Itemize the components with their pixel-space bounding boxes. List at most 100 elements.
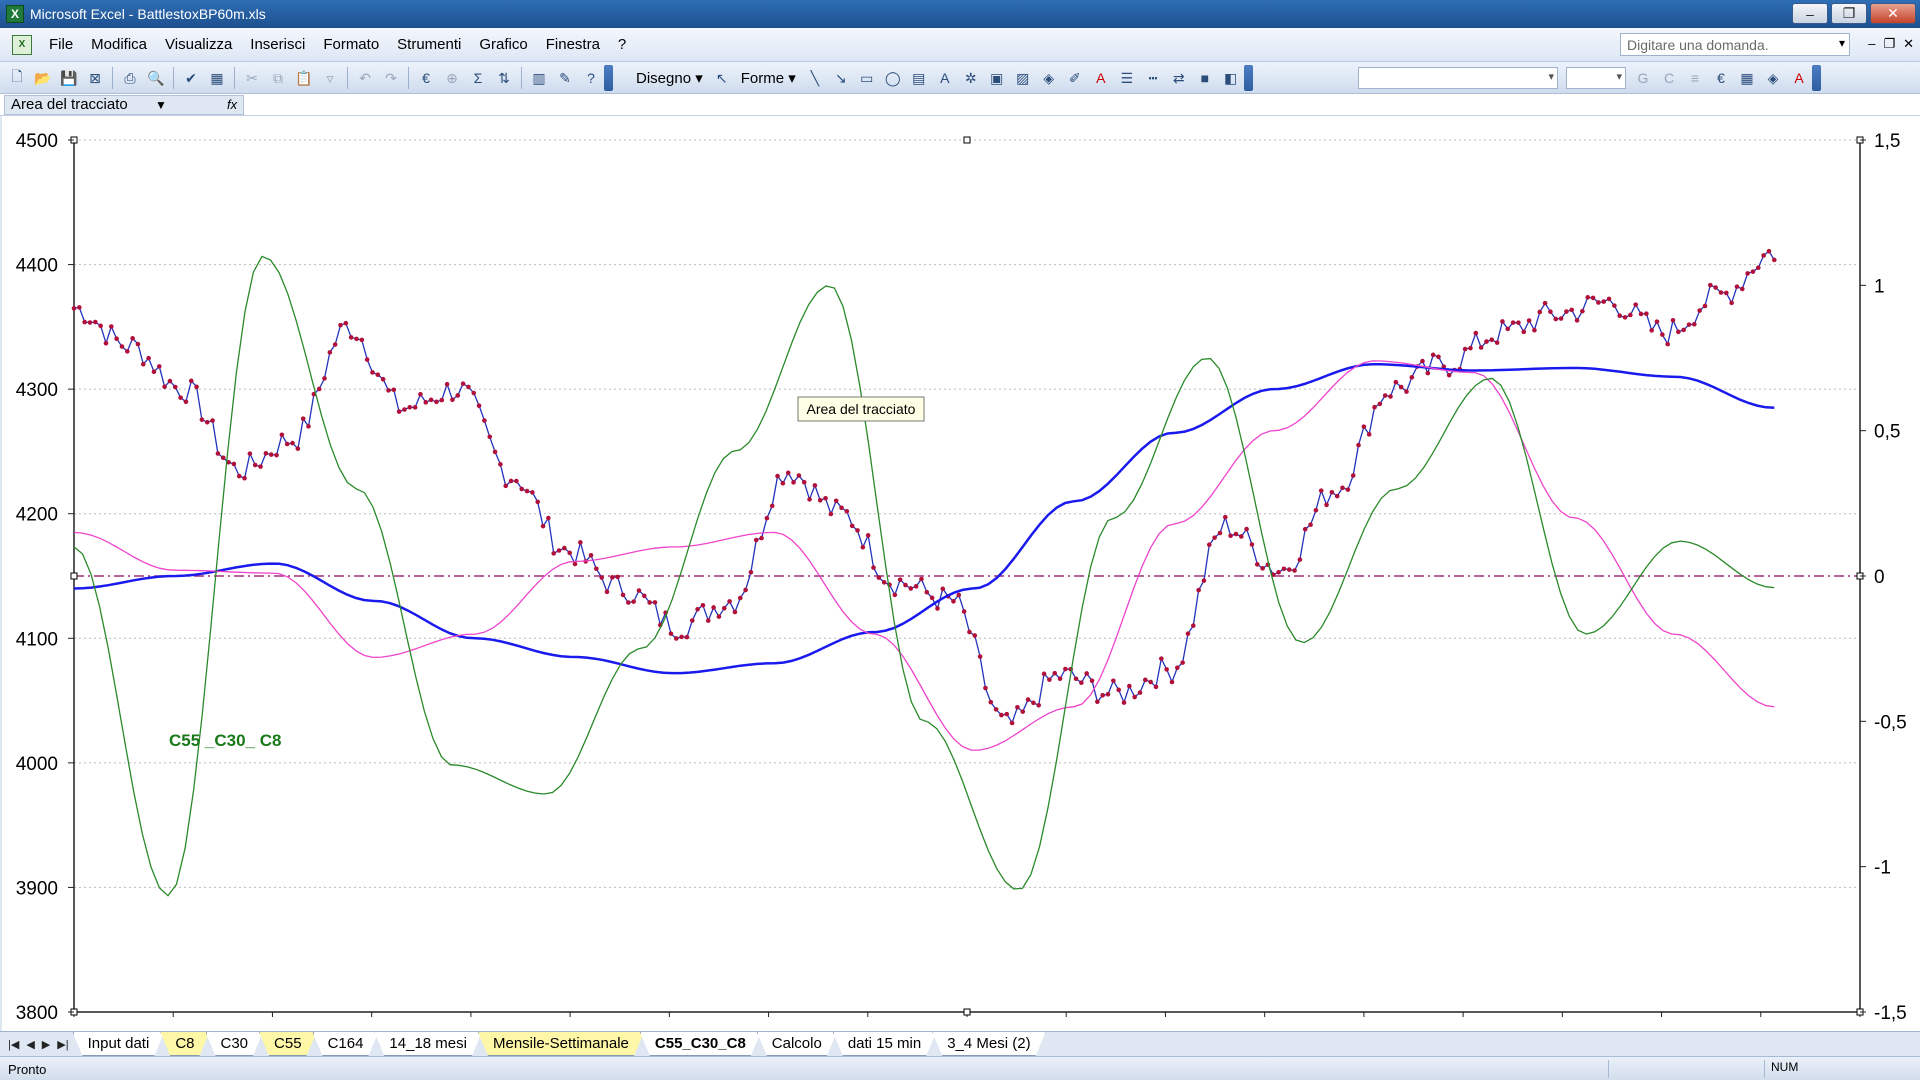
wordart-icon[interactable]: A	[934, 67, 956, 89]
save-icon[interactable]: 💾	[58, 67, 80, 89]
excel-icon[interactable]: X	[6, 5, 24, 23]
chevron-down-icon[interactable]: ▼	[155, 96, 167, 114]
print-icon[interactable]: ⎙	[119, 67, 141, 89]
open-icon[interactable]: 📂	[32, 67, 54, 89]
chart-area[interactable]: 4500 4400 4300 4200 4100 4000 3900 3800 1,5 1 0,5 0…	[0, 116, 1920, 1031]
menu-formato[interactable]: Formato	[314, 36, 388, 53]
sheet-tab[interactable]: 3_4 Mesi (2)	[932, 1032, 1045, 1056]
doc-minimize-icon[interactable]: ‒	[1868, 36, 1875, 52]
new-icon[interactable]: 🗋	[6, 67, 28, 89]
fill-icon[interactable]: ◈	[1762, 67, 1784, 89]
fill-color-icon[interactable]: ◈	[1038, 67, 1060, 89]
clipart-icon[interactable]: ▣	[986, 67, 1008, 89]
data-point	[1297, 557, 1303, 562]
spelling-icon[interactable]: ✔	[180, 67, 202, 89]
minimize-button[interactable]: ‒	[1792, 3, 1828, 24]
euro-convert-icon[interactable]: €	[415, 67, 437, 89]
cut-icon[interactable]: ✂	[241, 67, 263, 89]
last-sheet-icon[interactable]: ▶|	[57, 1038, 68, 1051]
prev-sheet-icon[interactable]: ◀	[26, 1038, 34, 1051]
chart-wizard-icon[interactable]: ▥	[528, 67, 550, 89]
font-name-select[interactable]	[1358, 67, 1558, 89]
borders-icon[interactable]: ▦	[1736, 67, 1758, 89]
data-point	[466, 384, 471, 390]
first-sheet-icon[interactable]: |◀	[8, 1038, 19, 1051]
sheet-tab[interactable]: Mensile-Settimanale	[478, 1032, 644, 1056]
undo-icon[interactable]: ↶	[354, 67, 376, 89]
research-icon[interactable]: ▦	[206, 67, 228, 89]
arrow-icon[interactable]: ↘	[830, 67, 852, 89]
hyperlink-icon[interactable]: ⊕	[441, 67, 463, 89]
sheet-tab[interactable]: C30	[206, 1032, 264, 1056]
help-search-input[interactable]: Digitare una domanda.	[1620, 33, 1850, 56]
maximize-button[interactable]: ❐	[1831, 3, 1867, 24]
help-icon[interactable]: ?	[580, 67, 602, 89]
menu-finestra[interactable]: Finestra	[537, 36, 609, 53]
sheet-tab[interactable]: C164	[313, 1032, 379, 1056]
paste-icon[interactable]: 📋	[293, 67, 315, 89]
chart-svg[interactable]: 4500 4400 4300 4200 4100 4000 3900 3800 1,5 1 0,5 0…	[2, 116, 1920, 1031]
menu-help[interactable]: ?	[609, 36, 635, 53]
textbox-icon[interactable]: ▤	[908, 67, 930, 89]
doc-close-icon[interactable]: ✕	[1903, 36, 1914, 52]
data-point	[247, 451, 253, 456]
draw-menu[interactable]: Disegno ▾	[630, 69, 709, 87]
diagram-icon[interactable]: ✲	[960, 67, 982, 89]
drawing-icon[interactable]: ✎	[554, 67, 576, 89]
data-point	[1025, 697, 1031, 702]
format-painter-icon[interactable]: ▿	[319, 67, 341, 89]
function-icon[interactable]: fx	[227, 96, 237, 114]
line-style-icon[interactable]: ☰	[1116, 67, 1138, 89]
menu-inserisci[interactable]: Inserisci	[241, 36, 314, 53]
permission-icon[interactable]: ⊠	[84, 67, 106, 89]
format-toolbar-options-icon[interactable]	[1812, 65, 1821, 91]
sheet-tab[interactable]: C8	[160, 1032, 209, 1056]
align-icon[interactable]: ≡	[1684, 67, 1706, 89]
menu-visualizza[interactable]: Visualizza	[156, 36, 241, 53]
bold-icon[interactable]: G	[1632, 67, 1654, 89]
font-size-select[interactable]	[1566, 67, 1626, 89]
select-objects-icon[interactable]: ↖	[711, 67, 733, 89]
shadow-icon[interactable]: ■	[1194, 67, 1216, 89]
menu-file[interactable]: File	[40, 36, 82, 53]
oval-icon[interactable]: ◯	[882, 67, 904, 89]
rectangle-icon[interactable]: ▭	[856, 67, 878, 89]
doc-restore-icon[interactable]: ❐	[1883, 36, 1895, 52]
data-point	[290, 440, 295, 446]
data-point	[402, 407, 407, 412]
sort-icon[interactable]: ⇅	[493, 67, 515, 89]
menu-modifica[interactable]: Modifica	[82, 36, 156, 53]
sheet-tab[interactable]: dati 15 min	[833, 1032, 936, 1056]
font-color-icon[interactable]: A	[1090, 67, 1112, 89]
line-icon[interactable]: ╲	[804, 67, 826, 89]
autosum-icon[interactable]: Σ	[467, 67, 489, 89]
shapes-menu[interactable]: Forme ▾	[735, 69, 802, 87]
name-box[interactable]: Area del tracciato ▼ fx	[4, 95, 244, 115]
selection-handle	[963, 136, 971, 144]
line-color-icon[interactable]: ✐	[1064, 67, 1086, 89]
data-point	[913, 584, 919, 589]
close-button[interactable]: ✕	[1870, 3, 1916, 24]
menu-grafico[interactable]: Grafico	[470, 36, 536, 53]
sheet-tab[interactable]: 14_18 mesi	[374, 1032, 482, 1056]
currency-icon[interactable]: €	[1710, 67, 1732, 89]
drawing-toolbar-options-icon[interactable]	[1243, 65, 1253, 91]
menu-strumenti[interactable]: Strumenti	[388, 36, 470, 53]
3d-icon[interactable]: ◧	[1220, 67, 1242, 89]
sheet-tab[interactable]: Input dati	[73, 1032, 165, 1056]
data-point	[1516, 320, 1521, 325]
workbook-icon[interactable]: X	[12, 34, 32, 55]
toolbar-options-icon[interactable]	[604, 65, 613, 91]
next-sheet-icon[interactable]: ▶	[42, 1038, 50, 1051]
text-color-icon[interactable]: A	[1788, 67, 1810, 89]
sheet-tab[interactable]: C55	[259, 1032, 317, 1056]
print-preview-icon[interactable]: 🔍	[145, 67, 167, 89]
italic-icon[interactable]: C	[1658, 67, 1680, 89]
redo-icon[interactable]: ↷	[380, 67, 402, 89]
picture-icon[interactable]: ▨	[1012, 67, 1034, 89]
sheet-tab[interactable]: C55_C30_C8	[640, 1032, 761, 1056]
dash-style-icon[interactable]: ┅	[1142, 67, 1164, 89]
arrow-style-icon[interactable]: ⇄	[1168, 67, 1190, 89]
sheet-tab[interactable]: Calcolo	[757, 1032, 837, 1056]
copy-icon[interactable]: ⧉	[267, 67, 289, 89]
